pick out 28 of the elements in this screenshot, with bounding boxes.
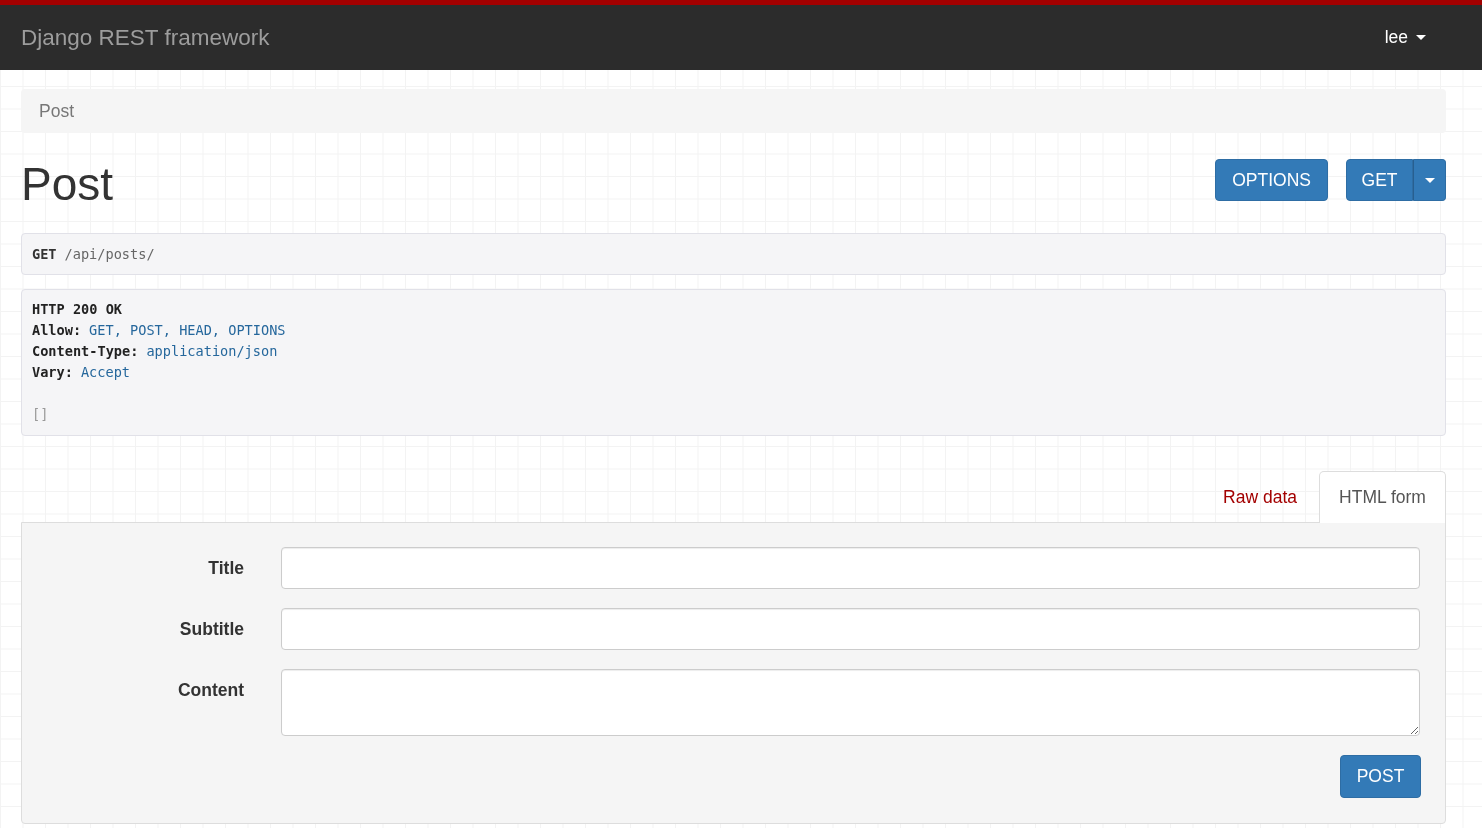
request-path: /api/posts/ <box>64 246 155 262</box>
header-value: Accept <box>80 363 131 382</box>
input-field[interactable] <box>281 547 1420 589</box>
response-body: [] <box>32 405 49 424</box>
header-name: Allow: <box>32 321 82 340</box>
header-name: Content-Type: <box>32 342 139 361</box>
breadcrumb-item: Post <box>39 100 75 122</box>
caret-icon <box>1424 177 1435 183</box>
dropdown-button[interactable] <box>1413 159 1446 201</box>
submit-button[interactable]: POST <box>1340 755 1421 798</box>
field-label: Subtitle <box>178 618 244 641</box>
method-button[interactable]: OPTIONS <box>1215 159 1328 201</box>
form-tab[interactable]: HTML form <box>1319 471 1446 523</box>
field-label: Title <box>207 557 244 580</box>
request-method: GET <box>32 246 57 262</box>
field-label: Content <box>176 679 244 702</box>
response-status: HTTP 200 OK <box>32 300 123 319</box>
header-name: Vary: <box>32 363 73 382</box>
caret-icon <box>1416 35 1426 40</box>
user-menu[interactable]: lee <box>1384 27 1426 48</box>
textarea-field[interactable] <box>281 669 1420 736</box>
input-field[interactable] <box>281 608 1420 650</box>
form-tab[interactable]: Raw data <box>1203 471 1317 523</box>
header-value: application/json <box>146 342 278 361</box>
header-value: GET, POST, HEAD, OPTIONS <box>89 321 286 340</box>
method-button[interactable]: GET <box>1346 159 1413 201</box>
page-heading: Post <box>21 159 114 209</box>
brand-link[interactable]: Django REST framework <box>21 24 270 51</box>
